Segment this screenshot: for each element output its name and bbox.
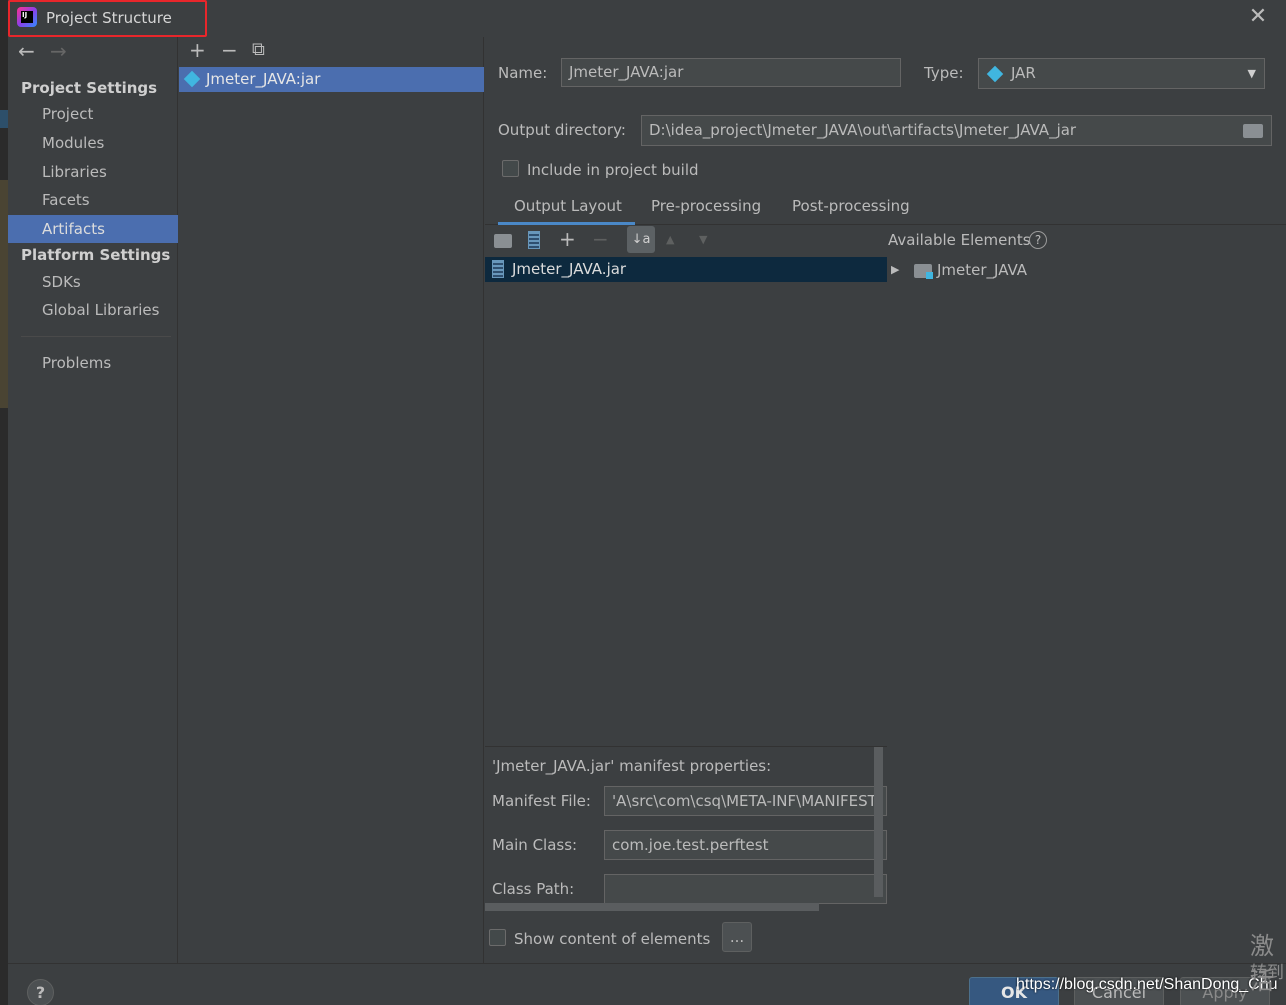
move-down-icon[interactable]: ▼ — [699, 233, 707, 246]
remove-element-icon[interactable]: − — [592, 228, 609, 250]
include-in-build-checkbox[interactable] — [502, 160, 519, 177]
artifact-editor: Name: Jmeter_JAVA:jar Type: JAR ▼ Output… — [485, 37, 1286, 963]
help-button[interactable]: ? — [27, 979, 54, 1005]
class-path-label: Class Path: — [492, 880, 575, 898]
nav-item-libraries[interactable]: Libraries — [8, 158, 178, 186]
jar-artifact-icon — [183, 70, 201, 88]
main-class-label: Main Class: — [492, 836, 578, 854]
main-class-input[interactable]: com.joe.test.perftest — [604, 830, 887, 860]
artifact-list-label: Jmeter_JAVA:jar — [206, 70, 321, 88]
active-tab-indicator — [498, 222, 635, 225]
chevron-down-icon: ▼ — [1247, 67, 1256, 80]
background-ide-strip — [0, 0, 8, 1005]
class-path-input[interactable] — [604, 874, 887, 904]
ellipsis-button[interactable]: ... — [722, 922, 752, 952]
nav-separator — [21, 336, 171, 337]
output-layout-tree: Jmeter_JAVA.jar — [485, 255, 887, 745]
settings-nav-panel: ← → Project Settings Project Modules Lib… — [8, 37, 178, 963]
type-select-value: JAR — [1011, 64, 1036, 82]
available-element-item[interactable]: Jmeter_JAVA — [937, 261, 1027, 279]
activation-overlay-subtext: 转到 — [1250, 963, 1284, 983]
back-arrow-icon[interactable]: ← — [18, 41, 35, 61]
create-archive-icon[interactable] — [528, 231, 540, 249]
watermark-text: https://blog.csdn.net/ShanDong_Chu — [1016, 976, 1278, 993]
background-editor-block — [0, 180, 8, 408]
project-settings-header: Project Settings — [21, 79, 158, 97]
add-artifact-icon[interactable]: + — [189, 39, 206, 61]
name-label: Name: — [498, 64, 548, 82]
platform-settings-header: Platform Settings — [21, 246, 171, 264]
nav-item-facets[interactable]: Facets — [8, 186, 178, 214]
jar-file-icon — [492, 260, 504, 278]
show-content-label: Show content of elements — [514, 930, 711, 948]
manifest-file-label: Manifest File: — [492, 792, 591, 810]
nav-item-artifacts[interactable]: Artifacts — [8, 215, 178, 243]
manifest-file-input[interactable]: 'A\src\com\csq\META-INF\MANIFEST. — [604, 786, 887, 816]
nav-item-modules[interactable]: Modules — [8, 129, 178, 157]
layout-tree-item[interactable]: Jmeter_JAVA.jar — [485, 257, 887, 282]
artifact-list-item[interactable]: Jmeter_JAVA:jar — [179, 67, 484, 92]
show-content-checkbox[interactable] — [489, 929, 506, 946]
help-icon[interactable]: ? — [1029, 231, 1047, 249]
output-directory-input[interactable]: D:\idea_project\Jmeter_JAVA\out\artifact… — [641, 115, 1272, 146]
output-directory-value: D:\idea_project\Jmeter_JAVA\out\artifact… — [649, 121, 1077, 139]
background-tab-block — [0, 110, 8, 128]
manifest-properties-panel: 'Jmeter_JAVA.jar' manifest properties: M… — [485, 746, 887, 912]
create-directory-icon[interactable] — [494, 234, 512, 248]
nav-item-global-libraries[interactable]: Global Libraries — [8, 296, 178, 324]
tab-pre-processing[interactable]: Pre-processing — [651, 197, 761, 215]
close-icon[interactable]: ✕ — [1247, 6, 1269, 28]
type-label: Type: — [924, 64, 964, 82]
remove-artifact-icon[interactable]: − — [221, 39, 238, 61]
output-directory-label: Output directory: — [498, 121, 626, 139]
manifest-vertical-scrollbar[interactable] — [874, 747, 883, 897]
move-up-icon[interactable]: ▲ — [666, 233, 674, 246]
forward-arrow-icon[interactable]: → — [50, 41, 67, 61]
layout-tree-item-label: Jmeter_JAVA.jar — [512, 260, 627, 278]
tab-post-processing[interactable]: Post-processing — [792, 197, 910, 215]
jar-type-icon — [986, 65, 1004, 83]
type-select[interactable]: JAR ▼ — [978, 58, 1265, 89]
available-elements-label: Available Elements — [888, 231, 1031, 249]
folder-icon[interactable] — [1243, 124, 1263, 138]
manifest-header: 'Jmeter_JAVA.jar' manifest properties: — [492, 757, 772, 775]
include-in-build-label: Include in project build — [527, 161, 699, 179]
title-annotation-box — [8, 0, 207, 37]
copy-artifact-icon[interactable]: ⧉ — [252, 39, 265, 61]
sort-elements-icon[interactable]: ↓a — [627, 226, 655, 253]
add-element-icon[interactable]: + — [559, 228, 576, 250]
module-folder-icon — [914, 264, 933, 279]
name-input[interactable]: Jmeter_JAVA:jar — [561, 58, 901, 87]
nav-item-sdks[interactable]: SDKs — [8, 268, 178, 296]
artifact-list-panel: + − ⧉ Jmeter_JAVA:jar — [179, 37, 484, 963]
manifest-horizontal-scrollbar[interactable] — [485, 903, 819, 911]
nav-item-project[interactable]: Project — [8, 100, 178, 128]
tab-output-layout[interactable]: Output Layout — [514, 197, 622, 215]
nav-item-problems[interactable]: Problems — [8, 349, 178, 377]
expand-arrow-icon[interactable]: ▶ — [891, 263, 899, 276]
